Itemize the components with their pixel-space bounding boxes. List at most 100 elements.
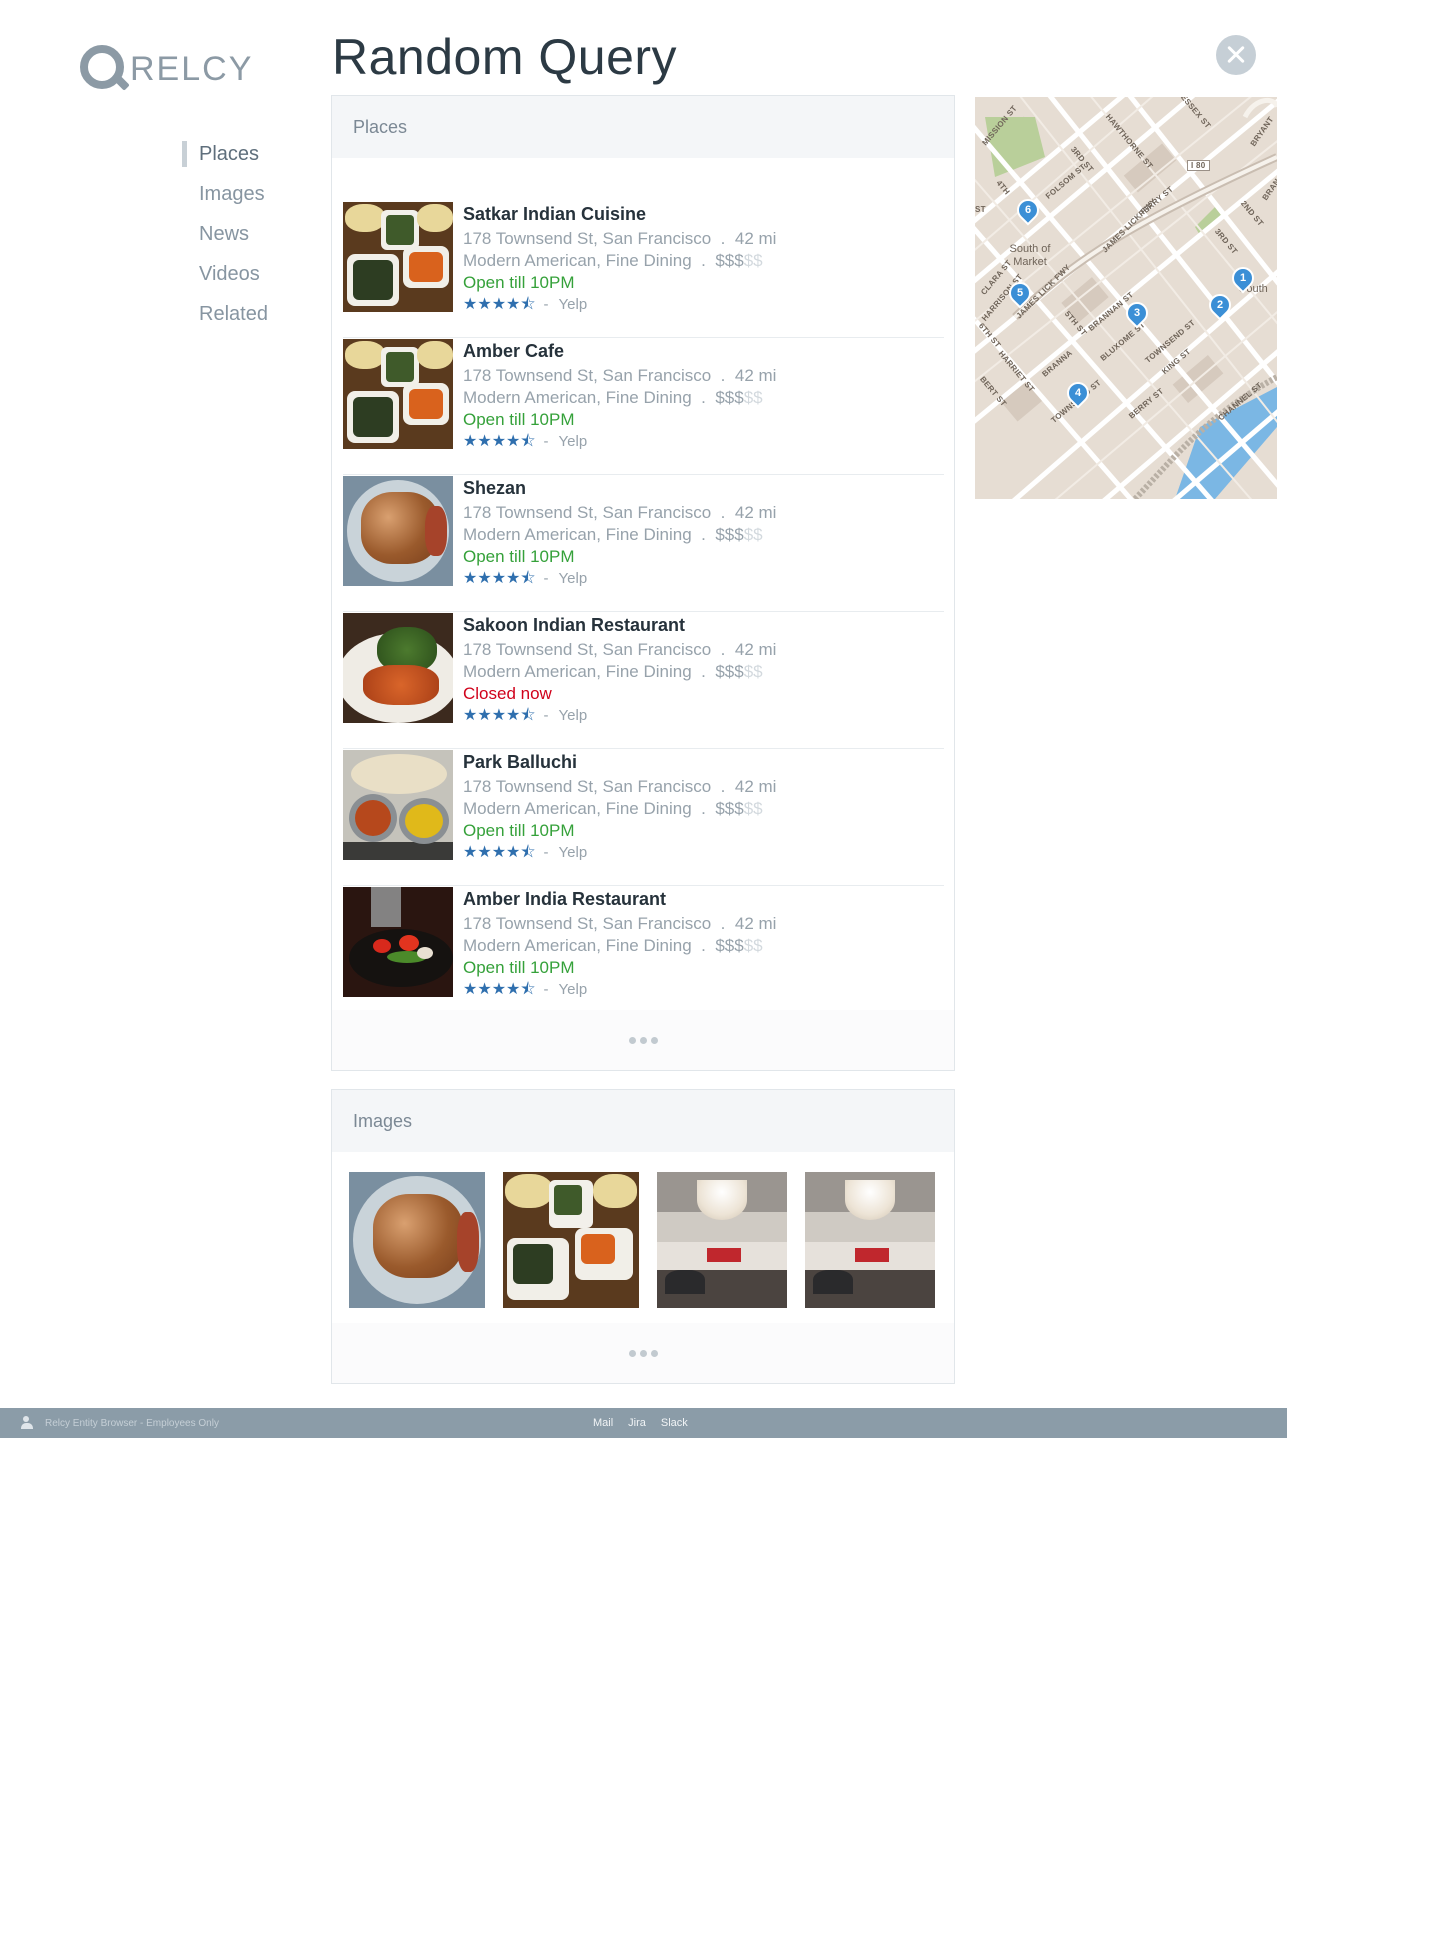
place-distance: 42 mi [734, 640, 777, 659]
place-category-line: Modern American, Fine Dining . $$$$$ [463, 524, 776, 546]
place-item[interactable]: Shezan 178 Townsend St, San Francisco . … [343, 475, 944, 612]
place-price: $$$ [715, 799, 744, 818]
place-category-line: Modern American, Fine Dining . $$$$$ [463, 387, 776, 409]
places-panel: Places Satkar Indian Cuisine 178 Townsen… [331, 95, 955, 1071]
place-address: 178 Townsend St, San Francisco [463, 229, 712, 248]
sidebar-nav: Places Images News Videos Related [182, 134, 322, 334]
rating-source[interactable]: Yelp [559, 705, 588, 727]
place-status: Open till 10PM [463, 958, 575, 977]
footer-brand: Relcy Entity Browser - Employees Only [45, 1417, 219, 1429]
place-address-line: 178 Townsend St, San Francisco . 42 mi [463, 365, 776, 387]
place-category: Modern American, Fine Dining [463, 936, 692, 955]
rating-source[interactable]: Yelp [559, 568, 588, 590]
map-street-label: I 80 [1187, 160, 1210, 171]
place-price-dim: $$ [743, 662, 763, 681]
rating-source[interactable]: Yelp [559, 431, 588, 453]
sidebar-item-related[interactable]: Related [182, 294, 322, 334]
separator: - [543, 296, 549, 313]
separator: . [720, 503, 726, 522]
place-distance: 42 mi [734, 914, 777, 933]
place-category-line: Modern American, Fine Dining . $$$$$ [463, 935, 776, 957]
separator: . [701, 525, 706, 544]
place-price: $$$ [715, 525, 744, 544]
place-distance: 42 mi [734, 229, 777, 248]
separator: . [701, 388, 706, 407]
image-thumbnail[interactable] [349, 1172, 485, 1308]
place-rating: ★★★★⯪ - Yelp [463, 979, 776, 1001]
rating-source[interactable]: Yelp [559, 842, 588, 864]
place-price: $$$ [715, 936, 744, 955]
separator: - [543, 433, 549, 450]
place-rating: ★★★★⯪ - Yelp [463, 705, 776, 727]
sidebar-item-images[interactable]: Images [182, 174, 322, 214]
map[interactable]: MISSION ST HAWTHORNE ST ESSEX ST BRYANT … [975, 97, 1277, 499]
places-panel-title: Places [332, 96, 954, 158]
place-status: Closed now [463, 684, 552, 703]
page-title: Random Query [332, 29, 678, 85]
user-icon [21, 1416, 33, 1429]
place-category-line: Modern American, Fine Dining . $$$$$ [463, 661, 776, 683]
place-name[interactable]: Amber India Restaurant [463, 887, 776, 913]
separator: - [543, 570, 549, 587]
place-status: Open till 10PM [463, 410, 575, 429]
place-rating: ★★★★⯪ - Yelp [463, 568, 776, 590]
footer-link-mail[interactable]: Mail [593, 1417, 613, 1429]
place-price-dim: $$ [743, 388, 763, 407]
place-image[interactable] [343, 339, 453, 449]
image-thumbnail[interactable] [657, 1172, 787, 1308]
place-name[interactable]: Sakoon Indian Restaurant [463, 613, 776, 639]
place-name[interactable]: Satkar Indian Cuisine [463, 202, 776, 228]
place-item[interactable]: Sakoon Indian Restaurant 178 Townsend St… [343, 612, 944, 749]
place-category: Modern American, Fine Dining [463, 388, 692, 407]
footer-bar: Relcy Entity Browser - Employees Only Ma… [0, 1408, 1287, 1438]
separator: . [701, 251, 706, 270]
place-price: $$$ [715, 662, 744, 681]
place-rating: ★★★★⯪ - Yelp [463, 842, 776, 864]
place-category: Modern American, Fine Dining [463, 251, 692, 270]
images-more-button[interactable] [332, 1323, 954, 1383]
map-pin-number: 3 [1133, 307, 1141, 319]
place-address-line: 178 Townsend St, San Francisco . 42 mi [463, 228, 776, 250]
place-image[interactable] [343, 613, 453, 723]
sidebar-item-videos[interactable]: Videos [182, 254, 322, 294]
place-category-line: Modern American, Fine Dining . $$$$$ [463, 250, 776, 272]
images-panel: Images [331, 1089, 955, 1384]
rating-source[interactable]: Yelp [559, 294, 588, 316]
place-image[interactable] [343, 202, 453, 312]
place-address-line: 178 Townsend St, San Francisco . 42 mi [463, 639, 776, 661]
place-image[interactable] [343, 750, 453, 860]
places-more-button[interactable] [332, 1010, 954, 1070]
image-thumbnail[interactable] [503, 1172, 639, 1308]
map-pin-number: 6 [1024, 204, 1032, 216]
separator: . [720, 366, 726, 385]
separator: . [720, 914, 726, 933]
sidebar-item-places[interactable]: Places [182, 134, 322, 174]
place-image[interactable] [343, 887, 453, 997]
sidebar-item-news[interactable]: News [182, 214, 322, 254]
place-item[interactable]: Satkar Indian Cuisine 178 Townsend St, S… [343, 201, 944, 338]
more-dots-icon [628, 1036, 658, 1044]
place-name[interactable]: Amber Cafe [463, 339, 776, 365]
separator: - [543, 981, 549, 998]
place-name[interactable]: Shezan [463, 476, 776, 502]
logo-text: RELCY [130, 50, 254, 88]
place-item[interactable]: Park Balluchi 178 Townsend St, San Franc… [343, 749, 944, 886]
place-item[interactable]: Amber Cafe 178 Townsend St, San Francisc… [343, 338, 944, 475]
close-icon[interactable] [1216, 35, 1256, 75]
star-icon: ★★★★⯪ [463, 844, 536, 861]
rating-source[interactable]: Yelp [559, 979, 588, 1001]
place-image[interactable] [343, 476, 453, 586]
place-rating: ★★★★⯪ - Yelp [463, 294, 776, 316]
place-price-dim: $$ [743, 525, 763, 544]
footer-link-slack[interactable]: Slack [661, 1417, 688, 1429]
footer-link-jira[interactable]: Jira [628, 1417, 646, 1429]
star-icon: ★★★★⯪ [463, 981, 536, 998]
relcy-logo[interactable]: RELCY [80, 44, 253, 89]
more-dots-icon [628, 1349, 658, 1357]
image-thumbnail[interactable] [805, 1172, 935, 1308]
place-name[interactable]: Park Balluchi [463, 750, 776, 776]
place-category: Modern American, Fine Dining [463, 525, 692, 544]
place-status: Open till 10PM [463, 821, 575, 840]
place-item[interactable]: Amber India Restaurant 178 Townsend St, … [343, 886, 944, 1023]
place-status: Open till 10PM [463, 273, 575, 292]
